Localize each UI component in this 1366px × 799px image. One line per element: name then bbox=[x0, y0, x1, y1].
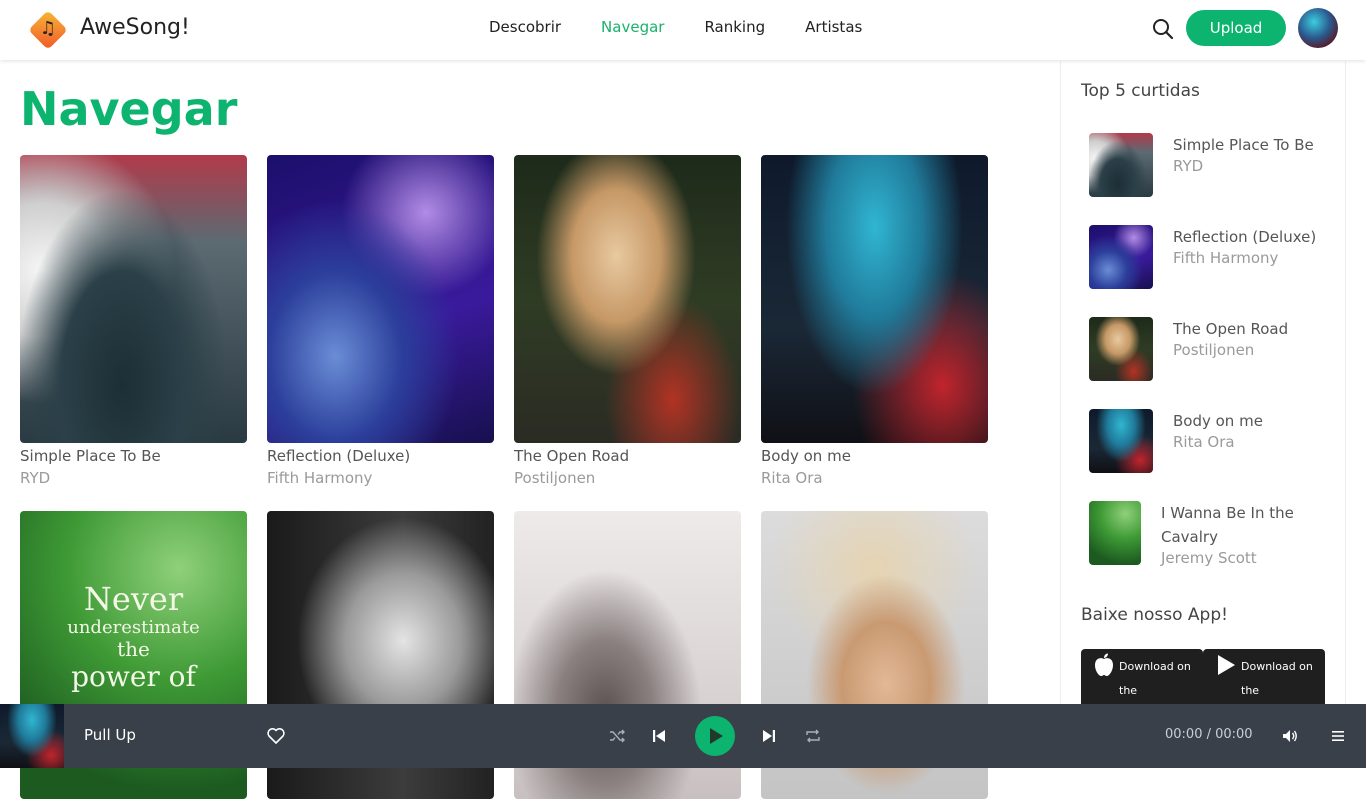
card-title[interactable]: The Open Road bbox=[514, 447, 741, 465]
top-item-artist[interactable]: Postiljonen bbox=[1173, 341, 1254, 359]
album-card[interactable]: Simple Place To Be RYD bbox=[20, 155, 247, 487]
album-cover[interactable] bbox=[514, 155, 741, 443]
repeat-icon[interactable] bbox=[801, 724, 825, 748]
top-item-artist[interactable]: Fifth Harmony bbox=[1173, 249, 1278, 267]
card-title[interactable]: Simple Place To Be bbox=[20, 447, 247, 465]
sidebar: Top 5 curtidas Simple Place To Be RYD Re… bbox=[1060, 61, 1346, 704]
playback-time: 00:00 / 00:00 bbox=[1165, 727, 1253, 742]
top-item-thumb[interactable] bbox=[1089, 133, 1153, 197]
now-playing-cover[interactable] bbox=[0, 704, 64, 768]
play-button[interactable] bbox=[695, 716, 735, 756]
apple-icon bbox=[1093, 653, 1115, 683]
play-icon bbox=[710, 728, 723, 744]
cover-quote-line: the bbox=[117, 637, 150, 662]
album-cover[interactable] bbox=[20, 155, 247, 443]
cover-quote: Never underestimate the power of bbox=[20, 581, 247, 694]
play-store-icon bbox=[1215, 653, 1237, 683]
top-item-title[interactable]: Body on me bbox=[1173, 409, 1333, 433]
main-nav: Descobrir Navegar Ranking Artistas bbox=[489, 18, 902, 36]
nav-ranking[interactable]: Ranking bbox=[704, 18, 765, 36]
album-cover[interactable] bbox=[761, 155, 988, 443]
app-name: AweSong! bbox=[80, 14, 190, 40]
top-header: ♫ AweSong! Descobrir Navegar Ranking Art… bbox=[0, 0, 1366, 60]
nav-descobrir[interactable]: Descobrir bbox=[489, 18, 561, 36]
card-artist[interactable]: Rita Ora bbox=[761, 469, 988, 487]
top-item-thumb[interactable] bbox=[1089, 409, 1153, 473]
top-item-title[interactable]: Simple Place To Be bbox=[1173, 133, 1333, 157]
upload-button[interactable]: Upload bbox=[1186, 10, 1286, 46]
top-item-artist[interactable]: Jeremy Scott bbox=[1161, 549, 1257, 567]
previous-icon[interactable] bbox=[647, 724, 671, 748]
nav-navegar[interactable]: Navegar bbox=[601, 18, 664, 36]
now-playing-title: Pull Up bbox=[84, 726, 136, 744]
shuffle-icon[interactable] bbox=[605, 724, 629, 748]
top-item-thumb[interactable] bbox=[1089, 501, 1141, 565]
store-button-label: Download on the bbox=[1241, 660, 1313, 697]
album-card[interactable]: Reflection (Deluxe) Fifth Harmony bbox=[267, 155, 494, 487]
nav-artistas[interactable]: Artistas bbox=[805, 18, 862, 36]
top-liked-title: Top 5 curtidas bbox=[1081, 81, 1200, 101]
top-item-artist[interactable]: Rita Ora bbox=[1173, 433, 1235, 451]
app-store-button[interactable]: Download on the bbox=[1081, 649, 1203, 704]
app-logo[interactable]: ♫ AweSong! bbox=[28, 10, 190, 50]
play-store-button[interactable]: Download on the bbox=[1203, 649, 1325, 704]
cover-quote-line: Never bbox=[83, 580, 184, 618]
store-button-label: Download on the bbox=[1119, 660, 1191, 697]
card-title[interactable]: Reflection (Deluxe) bbox=[267, 447, 494, 465]
page-title: Navegar bbox=[20, 82, 238, 136]
queue-menu-icon[interactable] bbox=[1326, 724, 1350, 748]
app-download-title: Baixe nosso App! bbox=[1081, 605, 1228, 625]
music-note-icon: ♫ bbox=[28, 10, 68, 50]
heart-icon[interactable] bbox=[264, 724, 288, 748]
card-title[interactable]: Body on me bbox=[761, 447, 988, 465]
top-item-thumb[interactable] bbox=[1089, 225, 1153, 289]
next-icon[interactable] bbox=[757, 724, 781, 748]
album-card[interactable]: The Open Road Postiljonen bbox=[514, 155, 741, 487]
top-item-thumb[interactable] bbox=[1089, 317, 1153, 381]
volume-icon[interactable] bbox=[1278, 724, 1302, 748]
cover-quote-line: power of bbox=[71, 660, 196, 694]
card-artist[interactable]: Postiljonen bbox=[514, 469, 741, 487]
top-item-title[interactable]: Reflection (Deluxe) bbox=[1173, 225, 1333, 249]
search-icon[interactable] bbox=[1150, 16, 1176, 42]
top-item-title[interactable]: The Open Road bbox=[1173, 317, 1333, 341]
cover-quote-line: underestimate bbox=[67, 616, 200, 638]
album-cover[interactable] bbox=[267, 155, 494, 443]
card-artist[interactable]: Fifth Harmony bbox=[267, 469, 494, 487]
album-card[interactable]: Body on me Rita Ora bbox=[761, 155, 988, 487]
avatar[interactable] bbox=[1298, 8, 1338, 48]
top-item-artist[interactable]: RYD bbox=[1173, 157, 1203, 175]
top-item-title[interactable]: I Wanna Be In the Cavalry bbox=[1161, 501, 1321, 549]
player-bar: Pull Up 00:00 / 00:00 bbox=[0, 704, 1366, 768]
card-artist[interactable]: RYD bbox=[20, 469, 247, 487]
